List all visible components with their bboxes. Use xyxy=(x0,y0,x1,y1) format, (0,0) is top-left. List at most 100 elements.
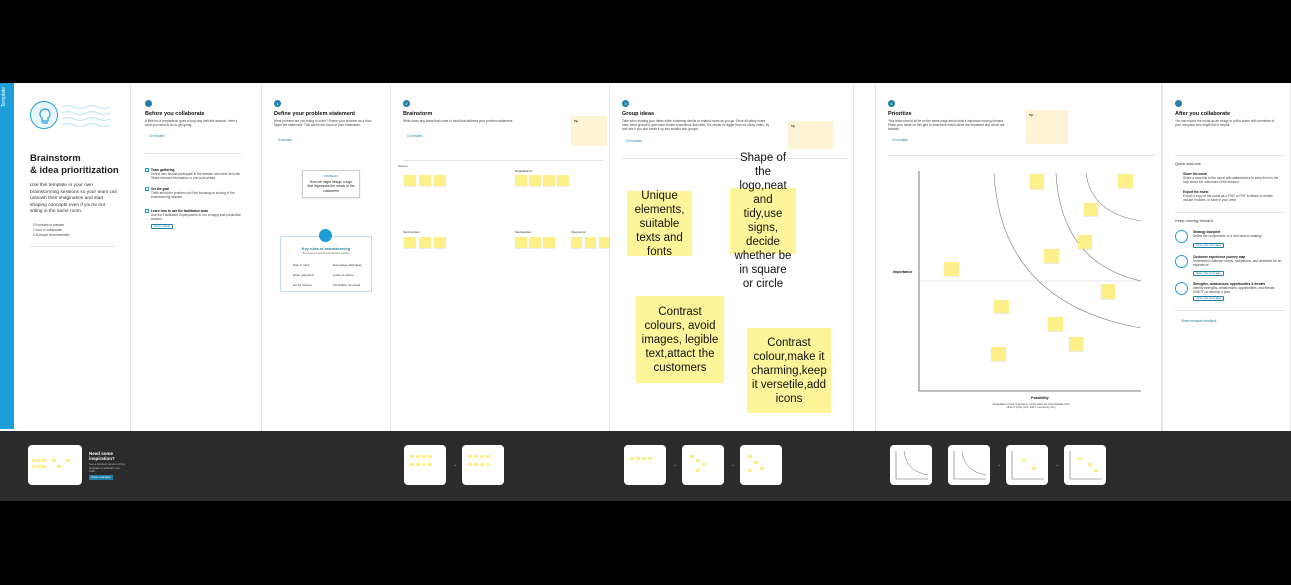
rule-4: Listen to others. xyxy=(333,273,355,277)
person-label: Manikandan xyxy=(515,230,532,234)
step-marker-2: 2 xyxy=(403,100,410,107)
sticky-note[interactable] xyxy=(994,300,1009,313)
sticky-note[interactable] xyxy=(419,175,431,186)
swot-icon xyxy=(1175,282,1188,295)
prioritize-thumb-4[interactable] xyxy=(1064,445,1106,485)
wave-decoration xyxy=(62,105,110,127)
sticky-note[interactable] xyxy=(404,237,416,248)
rules-subtitle: To run an smooth and productive session xyxy=(302,252,350,255)
share-mural-text: Share a view link to the mural with stak… xyxy=(1183,176,1279,185)
idea-sticky-1[interactable]: Unique elements, suitable texts and font… xyxy=(627,190,692,258)
group-text: Take turns sharing your ideas while clus… xyxy=(622,119,770,132)
open-article-button[interactable]: Open article xyxy=(151,224,174,229)
rules-card: Key rules of brainstorming To run an smo… xyxy=(280,236,372,292)
intro-meta-3: 2-8 people recommended xyxy=(33,233,70,237)
after-title: After you collaborate xyxy=(1175,111,1231,117)
person-label: Santhosham xyxy=(403,230,420,234)
step-marker-0 xyxy=(145,100,152,107)
inspiration-text: See a finished version of this template … xyxy=(89,462,125,474)
before-time: 10 minutes xyxy=(149,134,165,138)
open-template-button[interactable]: Open the template xyxy=(1193,271,1224,276)
sticky-note[interactable] xyxy=(1118,174,1133,188)
rule-5: Go for volume. xyxy=(293,283,313,287)
forward-3-text: Identify strengths, weaknesses, opportun… xyxy=(1193,286,1275,295)
sticky-note[interactable] xyxy=(434,237,446,248)
divider xyxy=(1175,310,1285,311)
sticky-note[interactable] xyxy=(419,237,431,248)
rule-2: Encourage wild ideas. xyxy=(333,263,363,267)
sticky-note[interactable] xyxy=(515,237,527,248)
keep-moving-title: Keep moving forward xyxy=(1175,218,1213,223)
sticky-note[interactable] xyxy=(585,237,596,248)
intro-meta-2: 1 hour to collaborate xyxy=(33,228,63,232)
lightbulb-icon xyxy=(30,101,58,129)
sticky-note[interactable] xyxy=(543,237,555,248)
divider xyxy=(30,246,115,247)
mural-board[interactable]: Template Brainstorm & idea prioritizatio… xyxy=(0,83,1291,501)
strategy-icon xyxy=(1175,230,1188,243)
sticky-note[interactable] xyxy=(543,175,555,186)
brainstorm-thumb-2[interactable] xyxy=(462,445,504,485)
footer-strip: Need some inspiration? See a finished ve… xyxy=(0,431,1291,501)
sticky-note[interactable] xyxy=(515,175,527,186)
feedback-link[interactable]: Share template feedback xyxy=(1181,319,1216,323)
sticky-note[interactable] xyxy=(1084,203,1098,216)
sticky-note[interactable] xyxy=(1078,235,1092,249)
checkbox-icon xyxy=(145,168,149,172)
after-text: You can export the mural as an image or … xyxy=(1175,119,1275,128)
sticky-note[interactable] xyxy=(1101,284,1115,299)
problem-card-text: How we might design a logo that impresse… xyxy=(307,180,355,193)
rules-title: Key rules of brainstorming xyxy=(301,247,351,251)
sticky-note[interactable] xyxy=(1048,317,1063,331)
tip-label: Tip xyxy=(574,119,579,123)
idea-sticky-2[interactable]: Shape of the logo,neat and tidy,use sign… xyxy=(730,152,796,290)
open-example-button[interactable]: Open example xyxy=(89,475,113,480)
sticky-note[interactable] xyxy=(434,175,446,186)
divider xyxy=(1175,212,1285,213)
arrow-right-icon: → xyxy=(672,462,677,468)
tip-card: Tip xyxy=(1026,110,1068,144)
sticky-note[interactable] xyxy=(1030,174,1044,189)
open-template-button[interactable]: Open the template xyxy=(1193,243,1224,248)
group-thumb-2[interactable] xyxy=(682,445,724,485)
arrow-right-icon: → xyxy=(996,462,1001,468)
sticky-note[interactable] xyxy=(1069,337,1083,351)
brainstorm-thumb-1[interactable] xyxy=(404,445,446,485)
sticky-note[interactable] xyxy=(944,262,959,276)
sticky-note[interactable] xyxy=(557,175,569,186)
y-axis-label: Importance xyxy=(893,270,913,274)
arrow-right-icon: → xyxy=(730,462,735,468)
sticky-note[interactable] xyxy=(991,347,1006,361)
idea-sticky-4[interactable]: Contrast colour,make it charming,keep it… xyxy=(747,328,831,413)
brainstorm-title: Brainstorm xyxy=(403,111,433,117)
prioritize-thumb-1[interactable] xyxy=(890,445,932,485)
sticky-note[interactable] xyxy=(529,175,541,186)
example-thumbnail[interactable] xyxy=(28,445,82,485)
before-title: Before you collaborate xyxy=(145,111,205,117)
person-label: Person xyxy=(398,164,408,168)
sticky-note[interactable] xyxy=(571,237,582,248)
sticky-note[interactable] xyxy=(404,175,416,186)
sticky-note[interactable] xyxy=(599,237,609,248)
group-thumb-1[interactable] xyxy=(624,445,666,485)
rules-badge-icon xyxy=(319,229,332,242)
problem-text: What problem are you trying to solve? Fr… xyxy=(274,119,372,128)
divider xyxy=(888,155,1156,156)
intro-title-line1: Brainstorm xyxy=(30,153,81,164)
priority-grid xyxy=(918,171,1142,392)
group-thumb-3[interactable] xyxy=(740,445,782,485)
group-time: 20 minutes xyxy=(626,139,642,143)
prioritize-thumb-2[interactable] xyxy=(948,445,990,485)
prioritize-title: Prioritize xyxy=(888,111,912,117)
idea-sticky-3[interactable]: Contrast colours, avoid images, legible … xyxy=(636,296,724,383)
problem-card[interactable]: PROBLEM How we might design a logo that … xyxy=(302,170,360,198)
intro-meta-1: 10 minutes to prepare xyxy=(33,223,65,227)
prioritize-thumb-3[interactable] xyxy=(1006,445,1048,485)
template-tag: Template xyxy=(0,83,14,429)
step-marker-4: 4 xyxy=(888,100,895,107)
open-template-button[interactable]: Open the template xyxy=(1193,296,1224,301)
template-tag-label: Template xyxy=(1,87,7,108)
sticky-note[interactable] xyxy=(529,237,541,248)
arrow-right-icon: → xyxy=(1054,462,1059,468)
sticky-note[interactable] xyxy=(1044,249,1059,263)
